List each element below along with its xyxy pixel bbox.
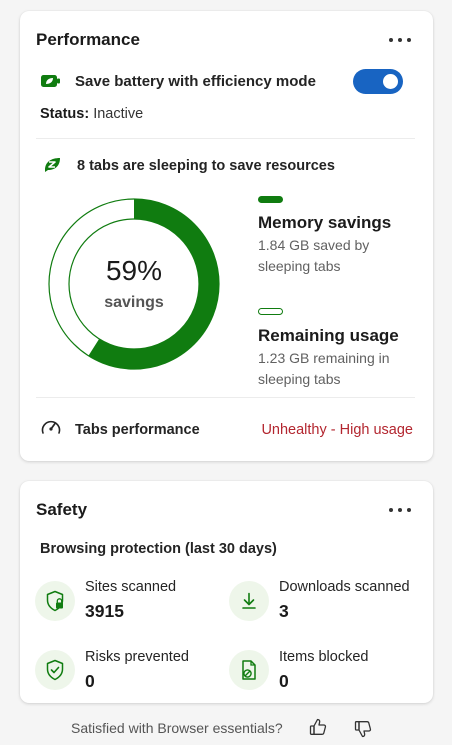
download-icon	[229, 581, 269, 621]
safety-title: Safety	[36, 500, 88, 519]
performance-more-button[interactable]	[389, 33, 411, 47]
sleeping-tabs-text: 8 tabs are sleeping to save resources	[77, 158, 335, 174]
feedback-bar: Satisfied with Browser essentials?	[0, 716, 452, 740]
efficiency-mode-toggle[interactable]	[353, 69, 403, 94]
remaining-usage-desc-line2: sleeping tabs	[258, 371, 341, 387]
battery-leaf-icon	[40, 71, 64, 91]
more-dot	[407, 38, 411, 42]
stat-label: Risks prevented	[85, 649, 189, 665]
divider	[36, 397, 415, 398]
more-dot	[398, 38, 402, 42]
more-dot	[398, 508, 402, 512]
thumbs-down-icon[interactable]	[351, 718, 375, 740]
stat-label: Downloads scanned	[279, 579, 410, 595]
memory-savings-desc-line1: 1.84 GB saved by	[258, 237, 370, 253]
efficiency-mode-label: Save battery with efficiency mode	[75, 73, 316, 90]
stat-value: 3	[279, 601, 289, 621]
performance-title: Performance	[36, 30, 140, 49]
remaining-usage-title: Remaining usage	[258, 326, 399, 345]
stat-value: 3915	[85, 601, 124, 621]
memory-savings-swatch	[258, 196, 283, 203]
feedback-question: Satisfied with Browser essentials?	[71, 720, 283, 736]
sleeping-tabs-icon	[42, 156, 64, 174]
safety-more-button[interactable]	[389, 503, 411, 517]
thumbs-up-icon[interactable]	[306, 716, 330, 738]
stat-label: Items blocked	[279, 649, 369, 665]
shield-check-icon	[35, 650, 75, 690]
safety-card: Safety Browsing protection (last 30 days…	[20, 481, 433, 703]
savings-percent: 59%	[105, 255, 163, 286]
tabs-performance-status[interactable]: Unhealthy - High usage	[261, 422, 413, 438]
blocked-document-icon	[229, 650, 269, 690]
more-dot	[389, 38, 393, 42]
remaining-usage-swatch	[258, 308, 283, 315]
toggle-knob	[383, 74, 398, 89]
speedometer-icon	[39, 417, 63, 437]
stat-value: 0	[279, 671, 289, 691]
more-dot	[407, 508, 411, 512]
savings-label: savings	[104, 294, 164, 311]
status-value: Inactive	[93, 106, 144, 122]
tabs-performance-label: Tabs performance	[75, 422, 200, 438]
performance-card: Performance Save battery with efficiency…	[20, 11, 433, 461]
browsing-protection-subtitle: Browsing protection (last 30 days)	[40, 541, 277, 557]
status-line: Status: Inactive	[40, 106, 143, 122]
stat-value: 0	[85, 671, 95, 691]
memory-savings-desc-line2: sleeping tabs	[258, 258, 341, 274]
status-prefix: Status:	[40, 106, 90, 122]
stat-label: Sites scanned	[85, 579, 177, 595]
memory-savings-title: Memory savings	[258, 213, 392, 232]
divider	[36, 138, 415, 139]
lock-shield-icon	[35, 581, 75, 621]
more-dot	[389, 508, 393, 512]
remaining-usage-desc-line1: 1.23 GB remaining in	[258, 350, 390, 366]
